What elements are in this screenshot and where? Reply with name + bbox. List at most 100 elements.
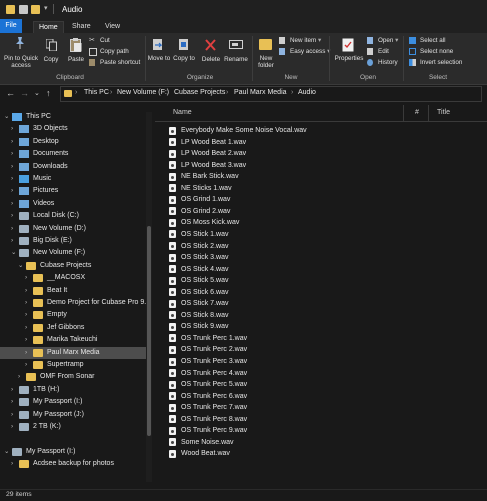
tree-item[interactable]: › Documents — [0, 148, 146, 160]
breadcrumb-separator[interactable]: › — [226, 89, 228, 96]
column-name[interactable]: Name — [173, 109, 192, 116]
nav-scrollbar-thumb[interactable] — [147, 226, 151, 436]
collapse-chevron-icon[interactable]: › — [11, 458, 13, 470]
tree-item[interactable]: › My Passport (I:) — [0, 396, 146, 408]
expand-chevron-icon[interactable]: ⌄ — [11, 247, 16, 259]
easy-access-button[interactable]: Easy access ▾ — [279, 47, 330, 56]
expand-chevron-icon[interactable]: ⌄ — [4, 446, 9, 458]
collapse-chevron-icon[interactable]: › — [11, 421, 13, 433]
paste-button[interactable]: Paste — [65, 56, 87, 63]
tree-item[interactable]: › 2 TB (K:) — [0, 421, 146, 433]
breadcrumb-separator[interactable]: › — [75, 89, 77, 96]
column-divider[interactable] — [403, 105, 404, 121]
collapse-chevron-icon[interactable]: › — [25, 322, 27, 334]
address-bar[interactable]: › This PC › New Volume (F:) › Cubase Pro… — [60, 86, 482, 102]
select-none-button[interactable]: Select none — [409, 47, 453, 56]
tree-item[interactable]: ⌄ This PC — [0, 111, 146, 123]
tree-item[interactable]: › Big Disk (E:) — [0, 235, 146, 247]
open-button[interactable]: Open ▾ — [367, 36, 398, 45]
breadcrumb-separator[interactable]: › — [291, 89, 293, 96]
collapse-chevron-icon[interactable]: › — [25, 347, 27, 359]
collapse-chevron-icon[interactable]: › — [11, 223, 13, 235]
tree-item[interactable]: › Marika Takeuchi — [0, 334, 146, 346]
tree-item[interactable]: ⌄ New Volume (F:) — [0, 247, 146, 259]
breadcrumb-separator[interactable]: › — [110, 89, 112, 96]
copy-path-button[interactable]: Copy path — [89, 47, 129, 56]
new-folder-button[interactable]: New folder — [253, 55, 279, 69]
collapse-chevron-icon[interactable]: › — [11, 384, 13, 396]
back-arrow-icon[interactable]: ← — [6, 88, 15, 98]
edit-button[interactable]: Edit — [367, 47, 389, 56]
tree-item[interactable]: ⌄ My Passport (I:) — [0, 446, 146, 458]
breadcrumb-new-volume-f[interactable]: New Volume (F:) — [117, 89, 169, 96]
breadcrumb-this-pc[interactable]: This PC — [84, 89, 109, 96]
copy-to-button[interactable]: Copy to — [172, 55, 196, 62]
move-to-button[interactable]: Move to — [147, 55, 171, 62]
delete-button[interactable]: Delete — [199, 56, 223, 63]
rename-button[interactable]: Rename — [222, 56, 250, 63]
collapse-chevron-icon[interactable]: › — [11, 235, 13, 247]
history-button[interactable]: History — [367, 58, 398, 67]
collapse-chevron-icon[interactable]: › — [25, 285, 27, 297]
copy-button[interactable]: Copy — [40, 56, 62, 63]
column-title[interactable]: Title — [437, 109, 450, 116]
collapse-chevron-icon[interactable]: › — [11, 396, 13, 408]
collapse-chevron-icon[interactable]: › — [25, 272, 27, 284]
check-icon[interactable] — [19, 5, 28, 14]
new-item-button[interactable]: New item ▾ — [279, 36, 321, 45]
dropdown-icon[interactable]: ▾ — [44, 4, 50, 13]
collapse-chevron-icon[interactable]: › — [11, 185, 13, 197]
tree-item[interactable]: › Videos — [0, 198, 146, 210]
tree-item[interactable]: › 3D Objects — [0, 123, 146, 135]
expand-chevron-icon[interactable]: ⌄ — [4, 111, 9, 123]
collapse-chevron-icon[interactable]: › — [25, 359, 27, 371]
tree-item[interactable]: › Supertramp — [0, 359, 146, 371]
collapse-chevron-icon[interactable]: › — [11, 409, 13, 421]
tab-file[interactable]: File — [0, 19, 22, 33]
column-divider[interactable] — [428, 105, 429, 121]
tree-item[interactable]: › Desktop — [0, 136, 146, 148]
up-arrow-icon[interactable]: ↑ — [46, 88, 51, 98]
tree-item[interactable]: › Empty — [0, 309, 146, 321]
collapse-chevron-icon[interactable]: › — [25, 297, 27, 309]
paste-shortcut-button[interactable]: Paste shortcut — [89, 58, 140, 67]
invert-selection-button[interactable]: Invert selection — [409, 58, 462, 67]
breadcrumb-audio[interactable]: Audio — [298, 89, 316, 96]
tree-item[interactable]: › Jef Gibbons — [0, 322, 146, 334]
expand-chevron-icon[interactable]: ⌄ — [18, 260, 23, 272]
tree-item[interactable]: › New Volume (D:) — [0, 223, 146, 235]
tree-item[interactable]: › Pictures — [0, 185, 146, 197]
column-number[interactable]: # — [415, 109, 419, 116]
tree-item[interactable]: › __MACOSX — [0, 272, 146, 284]
tree-item[interactable]: › Music — [0, 173, 146, 185]
properties-button[interactable]: Properties — [333, 55, 365, 62]
tree-item[interactable]: › Demo Project for Cubase Pro 9.5 — [0, 297, 150, 309]
tree-item[interactable]: ⌄ Cubase Projects — [0, 260, 146, 272]
tab-view[interactable]: View — [100, 21, 125, 33]
tree-item[interactable]: › Paul Marx Media — [0, 346, 146, 359]
breadcrumb-paul-marx-media[interactable]: Paul Marx Media — [234, 89, 287, 96]
pin-to-quick-access-button[interactable]: Pin to Quick access — [2, 55, 40, 69]
collapse-chevron-icon[interactable]: › — [25, 309, 27, 321]
collapse-chevron-icon[interactable]: › — [11, 161, 13, 173]
collapse-chevron-icon[interactable]: › — [11, 198, 13, 210]
select-all-button[interactable]: Select all — [409, 36, 446, 45]
tree-item[interactable]: › Beat It — [0, 285, 146, 297]
tree-item[interactable]: › My Passport (J:) — [0, 409, 146, 421]
new-folder-icon[interactable] — [31, 5, 40, 14]
breadcrumb-separator[interactable]: › — [167, 89, 169, 96]
collapse-chevron-icon[interactable]: › — [18, 371, 20, 383]
tree-item[interactable]: › OMF From Sonar — [0, 371, 146, 383]
tree-item[interactable]: › Acdsee backup for photos — [0, 458, 146, 470]
tree-item[interactable]: › 1TB (H:) — [0, 384, 146, 396]
cut-button[interactable]: ✂ Cut — [89, 36, 110, 45]
collapse-chevron-icon[interactable]: › — [25, 334, 27, 346]
tree-item[interactable]: › Downloads — [0, 161, 146, 173]
collapse-chevron-icon[interactable]: › — [11, 210, 13, 222]
collapse-chevron-icon[interactable]: › — [11, 136, 13, 148]
breadcrumb-cubase-projects[interactable]: Cubase Projects — [174, 89, 225, 96]
collapse-chevron-icon[interactable]: › — [11, 148, 13, 160]
tree-item[interactable]: › Local Disk (C:) — [0, 210, 146, 222]
tab-share[interactable]: Share — [67, 21, 96, 33]
collapse-chevron-icon[interactable]: › — [11, 123, 13, 135]
